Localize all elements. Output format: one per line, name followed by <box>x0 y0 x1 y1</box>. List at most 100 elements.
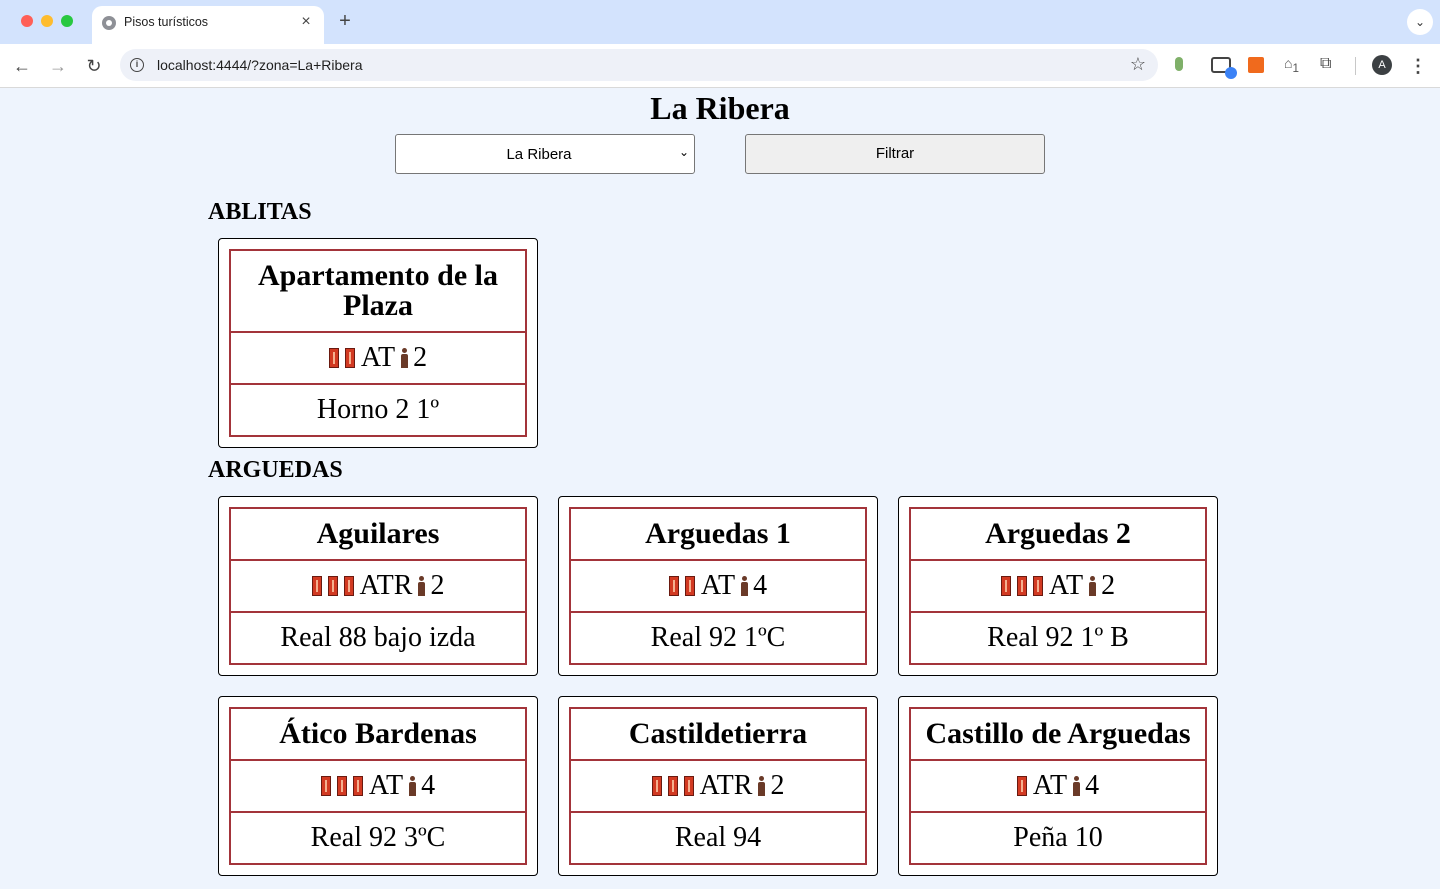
apartment-table: Castillo de Arguedas AT 4 Peña 10 <box>909 707 1207 865</box>
key-icon <box>343 576 354 596</box>
apartment-name: Aguilares <box>229 507 527 561</box>
close-window-button[interactable] <box>21 15 33 27</box>
apartment-table: Arguedas 2 AT 2 Real 92 1º B <box>909 507 1207 665</box>
apartment-capacity: 4 <box>1085 770 1100 801</box>
key-icon <box>683 776 694 796</box>
browser-tab[interactable]: Pisos turísticos × <box>92 6 324 44</box>
extension-js-icon[interactable] <box>1172 55 1192 75</box>
apartment-category: AT <box>1048 570 1084 601</box>
extension-screen-icon[interactable] <box>1211 57 1237 79</box>
apartment-address: Real 92 3ºC <box>229 811 527 865</box>
apartment-address: Horno 2 1º <box>229 383 527 437</box>
key-icon <box>1032 576 1043 596</box>
apartment-address: Peña 10 <box>909 811 1207 865</box>
person-icon <box>409 776 417 796</box>
apartment-capacity: 2 <box>413 342 428 373</box>
profile-avatar[interactable]: A <box>1372 55 1392 75</box>
apartment-address: Real 92 1º B <box>909 611 1207 665</box>
key-icon <box>336 776 347 796</box>
person-icon <box>418 576 426 596</box>
key-rating <box>311 570 360 601</box>
key-icon <box>320 776 331 796</box>
apartment-card[interactable]: Aguilares ATR 2 Real 88 bajo izda <box>218 496 538 676</box>
apartment-address: Real 88 bajo izda <box>229 611 527 665</box>
filter-button[interactable]: Filtrar <box>745 134 1045 174</box>
apartment-category: AT <box>1032 770 1068 801</box>
apartment-table: Arguedas 1 AT 4 Real 92 1ºC <box>569 507 867 665</box>
bookmark-star-icon[interactable]: ☆ <box>1130 54 1146 75</box>
key-icon <box>1016 776 1027 796</box>
new-tab-button[interactable]: + <box>334 10 356 32</box>
apartment-card[interactable]: Apartamento de la Plaza AT 2 Horno 2 1º <box>218 238 538 448</box>
apartment-info: AT 4 <box>569 559 867 613</box>
apartment-table: Ático Bardenas AT 4 Real 92 3ºC <box>229 707 527 865</box>
address-bar[interactable]: i localhost:4444/?zona=La+Ribera ☆ <box>120 49 1158 81</box>
extensions-puzzle-icon[interactable]: ⧉ <box>1320 55 1340 75</box>
key-rating <box>328 342 361 373</box>
person-icon <box>741 576 749 596</box>
apartment-info: AT 2 <box>229 331 527 385</box>
key-icon <box>667 776 678 796</box>
apartment-capacity: 2 <box>430 570 445 601</box>
apartment-address: Real 94 <box>569 811 867 865</box>
extension-badge: 1 <box>1292 61 1299 75</box>
apartment-table: Apartamento de la Plaza AT 2 Horno 2 1º <box>229 249 527 437</box>
key-icon <box>328 348 339 368</box>
apartment-table: Aguilares ATR 2 Real 88 bajo izda <box>229 507 527 665</box>
tab-search-button[interactable]: ⌄ <box>1407 9 1433 35</box>
apartment-capacity: 2 <box>770 770 785 801</box>
apartment-category: ATR <box>359 570 413 601</box>
apartment-card[interactable]: Arguedas 1 AT 4 Real 92 1ºC <box>558 496 878 676</box>
key-icon <box>668 576 679 596</box>
apartment-name: Ático Bardenas <box>229 707 527 761</box>
page-content: La Ribera La Ribera ⌄ Filtrar ABLITAS Ap… <box>0 89 1440 889</box>
maximize-window-button[interactable] <box>61 15 73 27</box>
chevron-down-icon: ⌄ <box>678 145 689 159</box>
key-icon <box>1016 576 1027 596</box>
close-tab-button[interactable]: × <box>296 12 316 32</box>
apartment-capacity: 4 <box>753 570 768 601</box>
minimize-window-button[interactable] <box>41 15 53 27</box>
extension-orange-icon[interactable] <box>1248 57 1264 73</box>
apartment-name: Castillo de Arguedas <box>909 707 1207 761</box>
apartment-info: AT 4 <box>909 759 1207 813</box>
site-info-icon[interactable]: i <box>130 58 144 72</box>
url-text[interactable]: localhost:4444/?zona=La+Ribera <box>157 57 363 73</box>
person-icon <box>1089 576 1097 596</box>
apartment-name: Apartamento de la Plaza <box>229 249 527 333</box>
apartment-category: AT <box>368 770 404 801</box>
key-icon <box>651 776 662 796</box>
key-rating <box>1016 770 1033 801</box>
tab-bar: Pisos turísticos × + ⌄ <box>0 0 1440 44</box>
apartment-card[interactable]: Arguedas 2 AT 2 Real 92 1º B <box>898 496 1218 676</box>
apartment-card[interactable]: Castildetierra ATR 2 Real 94 <box>558 696 878 876</box>
apartment-table: Castildetierra ATR 2 Real 94 <box>569 707 867 865</box>
apartment-info: AT 2 <box>909 559 1207 613</box>
town-heading: ARGUEDAS <box>208 457 343 483</box>
forward-button[interactable]: → <box>45 53 71 79</box>
extension-home-icon[interactable]: ⌂1 <box>1284 55 1304 75</box>
reload-button[interactable]: ↻ <box>81 53 107 79</box>
apartment-card[interactable]: Castillo de Arguedas AT 4 Peña 10 <box>898 696 1218 876</box>
person-icon <box>401 348 409 368</box>
apartment-card[interactable]: Ático Bardenas AT 4 Real 92 3ºC <box>218 696 538 876</box>
person-icon <box>758 776 766 796</box>
person-icon <box>1073 776 1081 796</box>
apartment-name: Castildetierra <box>569 707 867 761</box>
key-rating <box>651 770 700 801</box>
key-icon <box>311 576 322 596</box>
tab-title: Pisos turísticos <box>124 15 209 29</box>
zone-select[interactable]: La Ribera ⌄ <box>395 134 695 174</box>
back-button[interactable]: ← <box>9 53 35 79</box>
apartment-name: Arguedas 1 <box>569 507 867 561</box>
browser-menu-icon[interactable]: ⋮ <box>1408 53 1428 79</box>
key-rating <box>1000 570 1049 601</box>
toolbar-divider <box>1355 57 1356 75</box>
key-icon <box>684 576 695 596</box>
apartment-info: ATR 2 <box>569 759 867 813</box>
key-icon <box>344 348 355 368</box>
globe-icon <box>102 16 116 30</box>
key-rating <box>668 570 701 601</box>
town-heading: ABLITAS <box>208 199 312 225</box>
apartment-address: Real 92 1ºC <box>569 611 867 665</box>
